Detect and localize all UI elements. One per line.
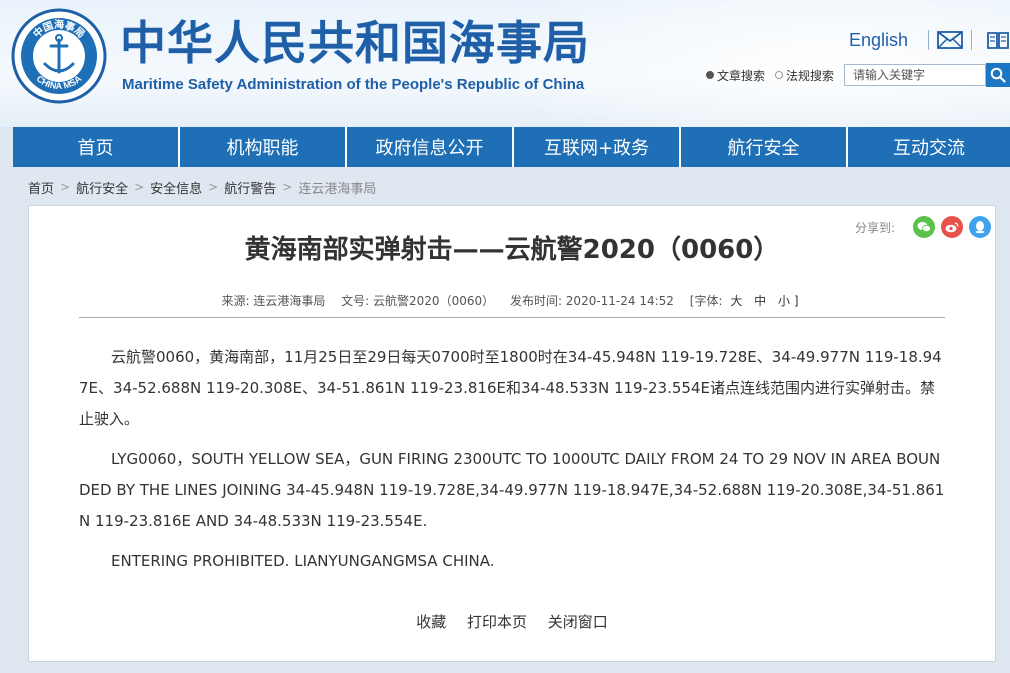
- font-size-label: [字体:: [689, 294, 723, 308]
- font-size-small[interactable]: 小 ]: [778, 294, 799, 308]
- nav-item-navigation-safety[interactable]: 航行安全: [681, 127, 848, 167]
- top-links: English: [849, 26, 1010, 54]
- meta-source: 来源: 连云港海事局: [221, 294, 326, 308]
- breadcrumb-separator: >: [134, 180, 145, 194]
- search-input[interactable]: [844, 64, 986, 86]
- favorite-link[interactable]: 收藏: [416, 613, 446, 631]
- site-title-cn: 中华人民共和国海事局: [120, 16, 590, 70]
- title-divider: [79, 317, 945, 318]
- main-nav: 首页 机构职能 政府信息公开 互联网+政务 航行安全 互动交流: [13, 127, 1010, 167]
- breadcrumb-separator: >: [208, 180, 219, 194]
- font-size-medium[interactable]: 中: [754, 294, 766, 308]
- search-option-label: 文章搜索: [716, 68, 765, 83]
- article-meta: 来源: 连云港海事局 文号: 云航警2020（0060） 发布时间: 2020-…: [29, 292, 995, 309]
- breadcrumb-home[interactable]: 首页: [28, 178, 54, 197]
- site-title-en: Maritime Safety Administration of the Pe…: [122, 76, 585, 93]
- radio-dot: [774, 71, 783, 79]
- nav-item-internet-gov[interactable]: 互联网+政务: [514, 127, 681, 167]
- china-msa-logo[interactable]: 中国海事局 CHINA MSA: [11, 8, 107, 104]
- radio-dot: [705, 71, 714, 79]
- search-option-article[interactable]: 文章搜索: [705, 67, 765, 84]
- font-size-control: [字体: 大 中 小 ]: [690, 294, 803, 308]
- article-actions: 收藏 打印本页 关闭窗口: [29, 611, 995, 632]
- search-option-label: 法规搜索: [785, 68, 834, 83]
- breadcrumb-separator: >: [60, 180, 71, 194]
- nav-item-functions[interactable]: 机构职能: [180, 127, 347, 167]
- divider: [971, 30, 972, 50]
- article-title: 黄海南部实弹射击——云航警2020（0060）: [244, 235, 780, 265]
- search-bar: 文章搜索 法规搜索: [705, 62, 1010, 88]
- breadcrumb-nav-warnings[interactable]: 航行警告: [224, 178, 276, 197]
- breadcrumb-safety-info[interactable]: 安全信息: [150, 178, 202, 197]
- search-option-regulation[interactable]: 法规搜索: [774, 67, 834, 84]
- meta-published-time: 发布时间: 2020-11-24 14:52: [509, 294, 674, 308]
- meta-doc-number: 文号: 云航警2020（0060）: [341, 294, 495, 308]
- book-icon[interactable]: [986, 30, 1010, 50]
- article-paragraph-cn: 云航警0060，黄海南部，11月25日至29日每天0700时至1800时在34-…: [79, 348, 942, 428]
- article-paragraph-closing: ENTERING PROHIBITED. LIANYUNGANGMSA CHIN…: [111, 552, 495, 570]
- site-header: 中国海事局 CHINA MSA 中华人民共和国海事局 Maritime Safe…: [0, 0, 1010, 127]
- breadcrumb: 首页 > 航行安全 > 安全信息 > 航行警告 > 连云港海事局: [28, 178, 377, 197]
- breadcrumb-separator: >: [282, 180, 293, 194]
- divider: [928, 30, 929, 50]
- article-panel: 分享到: 黄海南部实弹射击——云航警2020（0060） 来源: 连云港海事局 …: [28, 205, 996, 662]
- font-size-large[interactable]: 大: [730, 294, 742, 308]
- mail-icon[interactable]: [937, 31, 963, 49]
- nav-item-gov-info[interactable]: 政府信息公开: [347, 127, 514, 167]
- breadcrumb-current: 连云港海事局: [298, 181, 377, 197]
- search-button[interactable]: [986, 63, 1010, 87]
- english-link[interactable]: English: [849, 30, 908, 51]
- article-body: 云航警0060，黄海南部，11月25日至29日每天0700时至1800时在34-…: [79, 342, 947, 586]
- nav-item-home[interactable]: 首页: [13, 127, 180, 167]
- search-icon: [990, 67, 1006, 83]
- print-link[interactable]: 打印本页: [467, 613, 527, 631]
- nav-item-interaction[interactable]: 互动交流: [848, 127, 1010, 167]
- close-window-link[interactable]: 关闭窗口: [548, 613, 608, 631]
- breadcrumb-navigation-safety[interactable]: 航行安全: [76, 178, 128, 197]
- article-paragraph-en: LYG0060，SOUTH YELLOW SEA，GUN FIRING 2300…: [79, 450, 945, 530]
